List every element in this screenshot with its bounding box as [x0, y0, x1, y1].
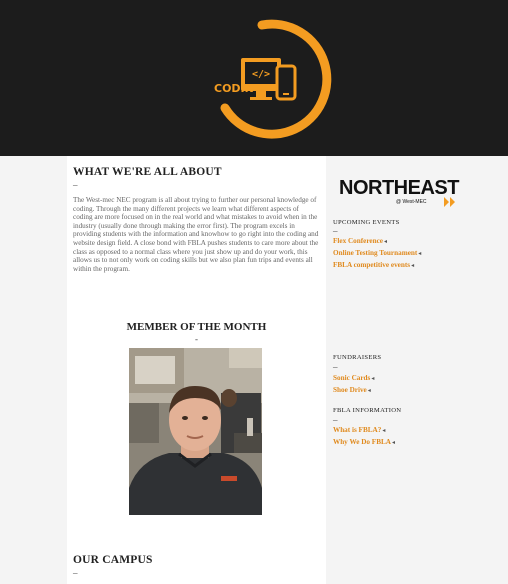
- about-text: The West-mec NEC program is all about tr…: [73, 196, 319, 273]
- link-online-testing[interactable]: Online Testing Tournament◂: [333, 248, 421, 260]
- fbla-info-list: What is FBLA?◂ Why We Do FBLA◂: [333, 425, 395, 449]
- upcoming-divider: –: [333, 226, 338, 236]
- link-fbla-events[interactable]: FBLA competitive events◂: [333, 260, 421, 272]
- upcoming-events-title: UPCOMING EVENTS: [333, 219, 400, 226]
- fundraisers-title: FUNDRAISERS: [333, 354, 382, 361]
- about-title: WHAT WE'RE ALL ABOUT: [73, 166, 222, 178]
- site-header: CODING </>: [0, 0, 508, 156]
- fbla-info-title: FBLA INFORMATION: [333, 407, 402, 414]
- fbla-divider: –: [333, 415, 338, 425]
- upcoming-events-list: Flex Conference◂ Online Testing Tourname…: [333, 236, 421, 272]
- member-divider: -: [195, 334, 198, 344]
- sidebar: NORTHEAST @ West-MEC UPCOMING EVENTS – F…: [326, 156, 508, 584]
- link-shoe-drive[interactable]: Shoe Drive◂: [333, 385, 374, 397]
- link-what-is-fbla[interactable]: What is FBLA?◂: [333, 425, 395, 437]
- link-flex-conference[interactable]: Flex Conference◂: [333, 236, 421, 248]
- code-icon: </>: [252, 69, 270, 80]
- member-photo: [129, 348, 262, 515]
- about-divider: –: [73, 180, 78, 190]
- campus-title: OUR CAMPUS: [73, 554, 153, 566]
- coding-logo[interactable]: CODING </>: [0, 0, 508, 156]
- main-content: WHAT WE'RE ALL ABOUT – The West-mec NEC …: [67, 156, 326, 584]
- campus-divider: –: [73, 568, 78, 578]
- northeast-logo-sub: @ West-MEC: [396, 199, 427, 205]
- fundraisers-list: Sonic Cards◂ Shoe Drive◂: [333, 373, 374, 397]
- link-sonic-cards[interactable]: Sonic Cards◂: [333, 373, 374, 385]
- link-why-fbla[interactable]: Why We Do FBLA◂: [333, 437, 395, 449]
- double-chevron-icon: [444, 197, 455, 207]
- northeast-logo-text: NORTHEAST: [339, 177, 459, 199]
- member-of-month-title: MEMBER OF THE MONTH: [126, 321, 267, 333]
- fundraisers-divider: –: [333, 362, 338, 372]
